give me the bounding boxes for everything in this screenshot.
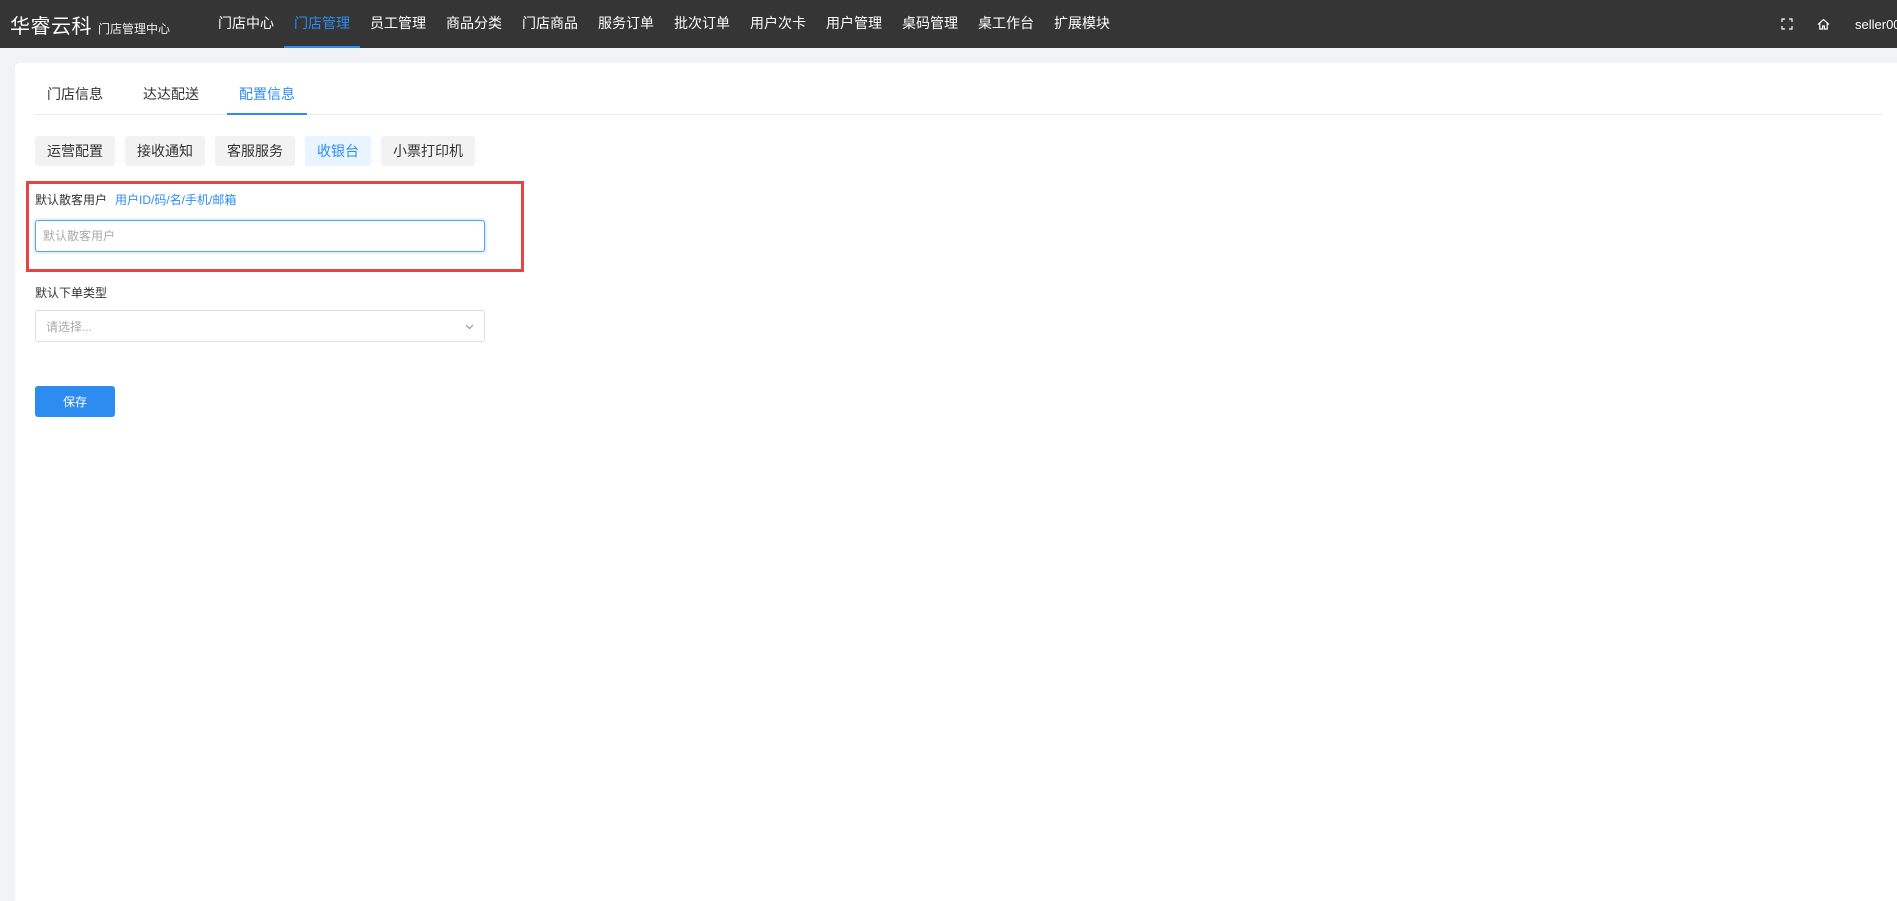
nav-item-service-orders[interactable]: 服务订单 [588,0,664,48]
nav-item-user-management[interactable]: 用户管理 [816,0,892,48]
content-card: 门店信息 达达配送 配置信息 运营配置 接收通知 客服服务 收银台 小票打印机 … [15,63,1897,901]
guest-user-label: 默认散客用户 [35,193,108,207]
top-right-tools: seller001 [1769,0,1897,48]
nav-item-extensions[interactable]: 扩展模块 [1044,0,1120,48]
subtab-customer-service[interactable]: 客服服务 [215,136,295,166]
brand-subtitle: 门店管理中心 [98,21,171,36]
chevron-down-icon [465,317,474,335]
subtab-notifications[interactable]: 接收通知 [125,136,205,166]
guest-user-input[interactable] [35,220,485,252]
save-button[interactable]: 保存 [35,386,115,417]
home-icon[interactable] [1805,0,1841,48]
tab-dada-delivery[interactable]: 达达配送 [131,75,211,115]
guest-user-label-row: 默认散客用户 用户ID/码/名/手机/邮箱 [35,191,236,208]
nav-item-product-category[interactable]: 商品分类 [436,0,512,48]
top-bar: 华睿云科 门店管理中心 门店中心 门店管理 员工管理 商品分类 门店商品 服务订… [0,0,1897,48]
order-type-label: 默认下单类型 [35,286,108,300]
main-nav: 门店中心 门店管理 员工管理 商品分类 门店商品 服务订单 批次订单 用户次卡 … [208,0,1120,48]
tab-config-info[interactable]: 配置信息 [227,75,307,115]
subtab-receipt-printer[interactable]: 小票打印机 [381,136,475,166]
nav-item-store-management[interactable]: 门店管理 [284,0,360,48]
brand[interactable]: 华睿云科 门店管理中心 [0,10,208,39]
order-type-select[interactable]: 请选择... [35,310,485,342]
brand-title: 华睿云科 [10,15,92,38]
nav-item-batch-orders[interactable]: 批次订单 [664,0,740,48]
fullscreen-icon[interactable] [1769,0,1805,48]
subtab-operation-config[interactable]: 运营配置 [35,136,115,166]
user-menu[interactable]: seller001 [1841,17,1897,32]
nav-item-table-code[interactable]: 桌码管理 [892,0,968,48]
store-tabs: 门店信息 达达配送 配置信息 [35,75,1882,115]
config-subtabs: 运营配置 接收通知 客服服务 收银台 小票打印机 [35,136,485,166]
nav-item-store-center[interactable]: 门店中心 [208,0,284,48]
nav-item-user-cards[interactable]: 用户次卡 [740,0,816,48]
subtab-cashier[interactable]: 收银台 [305,136,371,166]
order-type-placeholder: 请选择... [46,319,93,334]
tab-store-info[interactable]: 门店信息 [35,75,115,115]
nav-item-table-workbench[interactable]: 桌工作台 [968,0,1044,48]
guest-user-hint-link[interactable]: 用户ID/码/名/手机/邮箱 [115,193,236,207]
nav-item-staff-management[interactable]: 员工管理 [360,0,436,48]
nav-item-store-products[interactable]: 门店商品 [512,0,588,48]
